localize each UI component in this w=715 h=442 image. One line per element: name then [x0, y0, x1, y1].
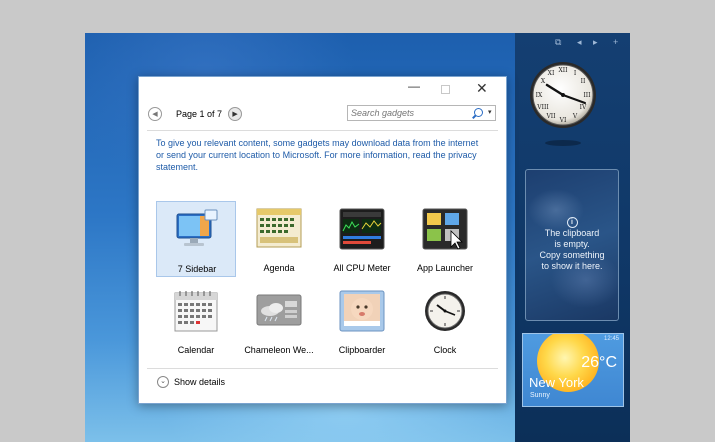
gadget-tile-clipboarder[interactable]: Clipboarder [322, 283, 402, 359]
page-indicator: Page 1 of 7 [176, 109, 223, 119]
clock-gadget[interactable]: XII I II III IV V VI VII VIII IX X XI [527, 57, 599, 153]
svg-text:VIII: VIII [536, 104, 549, 111]
search-input[interactable] [351, 107, 471, 119]
search-box[interactable]: ▾ [347, 105, 496, 121]
clipboarder-icon [339, 290, 385, 332]
gadget-label: Calendar [177, 345, 215, 355]
chevron-down-icon[interactable]: ▾ [488, 108, 492, 116]
gadget-label: Clock [433, 345, 457, 355]
gadget-tile-chameleon-weather[interactable]: Chameleon We... [239, 283, 319, 359]
gadget-sidebar: ⧉ ◂ ▸ + XII I II III IV V VI VII VIII IX X XI [515, 33, 630, 442]
calendar-icon [174, 291, 218, 332]
svg-text:VI: VI [559, 117, 567, 124]
clipboard-message-line: to show it here. [541, 261, 603, 271]
clipboard-gadget[interactable]: i The clipboard is empty. Copy something… [525, 169, 619, 321]
gadget-label: Chameleon We... [244, 345, 314, 355]
show-details-label[interactable]: Show details [174, 377, 225, 387]
show-details-toggle[interactable]: ⌄ Show details [157, 376, 225, 388]
gadget-tile-agenda[interactable]: Agenda [239, 201, 319, 277]
clock-icon [425, 291, 465, 331]
analog-clock-icon: XII III IIIIVV VIVIIVIII IXXXI [530, 62, 596, 146]
weather-gadget[interactable]: 12:45 26°C New York Sunny [522, 333, 624, 407]
gadget-tile-calendar[interactable]: Calendar [156, 283, 236, 359]
weather-time: 12:45 [603, 336, 619, 342]
sidebar-icon [176, 209, 218, 246]
svg-text:XI: XI [548, 70, 555, 77]
info-icon: i [566, 217, 578, 228]
next-page-button[interactable]: ▶ [228, 107, 243, 121]
divider [147, 368, 498, 369]
clipboard-message-line: The clipboard [544, 228, 600, 238]
weather-icon [256, 294, 302, 326]
clipboard-message-line: is empty. [554, 239, 590, 249]
gadget-tile-7-sidebar[interactable]: 7 Sidebar [156, 201, 236, 277]
svg-text:VII: VII [545, 113, 556, 120]
minimize-button[interactable]: — [408, 79, 420, 93]
gadget-label: App Launcher [416, 263, 474, 273]
pager: ◀ Page 1 of 7 ▶ [148, 106, 243, 122]
svg-text:X: X [541, 78, 546, 85]
cpu-meter-icon [339, 208, 385, 250]
gadget-label: Agenda [263, 263, 295, 273]
svg-text:V: V [572, 113, 578, 120]
search-icon[interactable] [474, 108, 483, 117]
gadget-tile-all-cpu-meter[interactable]: All CPU Meter [322, 201, 402, 277]
chevron-down-icon[interactable]: ⌄ [157, 376, 169, 388]
gadget-label: 7 Sidebar [177, 264, 217, 274]
privacy-info-link[interactable]: To give you relevant content, some gadge… [156, 137, 486, 173]
sidebar-restore-icon[interactable]: ⧉ [555, 37, 561, 48]
weather-city: New York [529, 375, 584, 390]
svg-text:IX: IX [536, 92, 543, 99]
agenda-icon [256, 208, 302, 248]
sidebar-add-gadget-icon[interactable]: + [613, 37, 618, 47]
gadget-gallery-window: — ✕ ◀ Page 1 of 7 ▶ ▾ To give you releva… [138, 76, 507, 404]
divider [147, 130, 498, 131]
sidebar-prev-icon[interactable]: ◂ [577, 37, 582, 48]
svg-text:IV: IV [580, 104, 587, 111]
app-launcher-icon [422, 208, 468, 250]
previous-page-button[interactable]: ◀ [148, 107, 162, 121]
svg-text:XII: XII [558, 67, 568, 74]
svg-text:II: II [581, 78, 586, 85]
svg-text:III: III [583, 92, 591, 99]
maximize-button [441, 85, 450, 94]
sidebar-next-icon[interactable]: ▸ [593, 37, 598, 48]
gadget-grid: 7 Sidebar Agenda All CPU Meter App Launc… [156, 201, 486, 361]
weather-temperature: 26°C [581, 354, 617, 371]
close-button[interactable]: ✕ [476, 80, 488, 97]
weather-condition: Sunny [530, 392, 550, 399]
gadget-tile-clock[interactable]: Clock [405, 283, 485, 359]
gadget-label: All CPU Meter [333, 263, 391, 273]
clipboard-message-line: Copy something [539, 250, 605, 260]
gadget-tile-app-launcher[interactable]: App Launcher [405, 201, 485, 277]
gadget-label: Clipboarder [338, 345, 386, 355]
